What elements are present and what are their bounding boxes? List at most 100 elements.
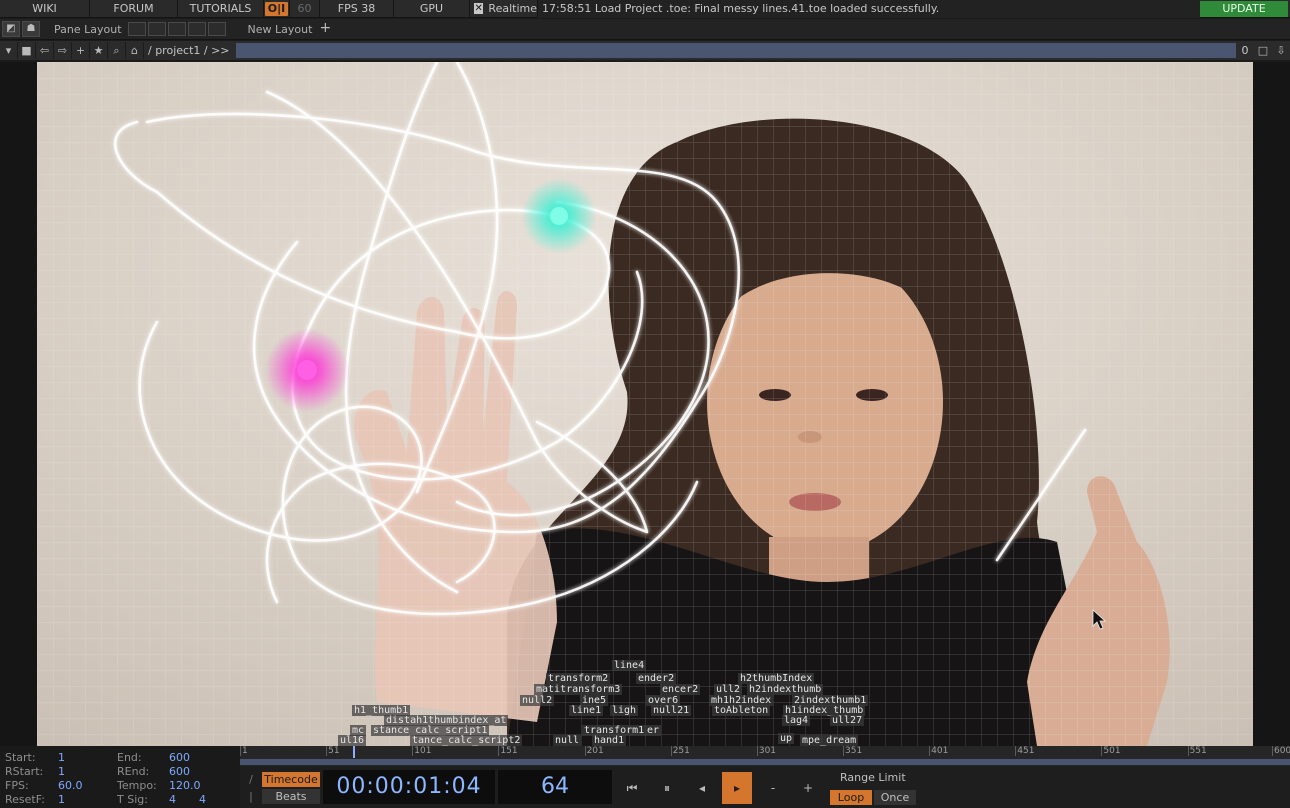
tick-mark xyxy=(843,746,844,756)
step-back-icon[interactable]: ◂ xyxy=(687,772,717,804)
panel-mode-icon[interactable]: ☗ xyxy=(22,21,40,37)
layout-bar: ◩ ☗ Pane Layout New Layout + xyxy=(0,19,1290,40)
operator-node[interactable]: matitransform3 xyxy=(534,684,623,695)
operator-node[interactable]: h2indexthumb xyxy=(747,684,824,695)
new-layout-label[interactable]: New Layout xyxy=(248,23,313,36)
playhead[interactable] xyxy=(352,746,355,758)
operator-node[interactable]: h2thumbIndex xyxy=(738,673,815,684)
tick-mark xyxy=(670,746,672,756)
tick-mark xyxy=(1187,746,1189,756)
play-icon[interactable]: ▸ xyxy=(722,772,752,804)
operator-node[interactable]: mpe_dream xyxy=(800,735,859,746)
operator-node[interactable]: ender2 xyxy=(636,673,677,684)
viewer-pane[interactable]: line4 transform2 ender2 h2thumbIndex matitra… xyxy=(37,62,1253,746)
add-icon[interactable]: + xyxy=(72,42,90,59)
top-bar: WIKI FORUM TUTORIALS O|I 60 FPS 38 GPU ✕… xyxy=(0,0,1290,18)
rstart-value[interactable]: 1 xyxy=(58,765,65,778)
tempo-value[interactable]: 120.0 xyxy=(169,779,201,792)
tick-label: 51 xyxy=(328,746,340,756)
fps-label: FPS: xyxy=(5,779,29,792)
chevron-down-icon[interactable]: ▾ xyxy=(0,42,18,59)
pane-layout-5[interactable] xyxy=(207,22,226,36)
oi-label: O|I xyxy=(264,1,289,16)
view-mode-icon[interactable]: ◩ xyxy=(2,21,20,37)
step-minus-button[interactable]: - xyxy=(758,772,788,804)
operator-node[interactable]: hand1 xyxy=(592,735,627,746)
operator-node[interactable]: tance_calc_script2 xyxy=(410,735,523,746)
pane-layout-1[interactable] xyxy=(127,22,146,36)
operator-node[interactable]: line1 xyxy=(569,705,604,716)
operator-node[interactable]: null21 xyxy=(651,705,692,716)
export-icon[interactable]: ⇩ xyxy=(1272,42,1290,59)
operator-node[interactable]: toAbleton xyxy=(712,705,771,716)
search-icon[interactable]: ⌕ xyxy=(108,42,126,59)
path-bar: ▾ ■ ⇦ ⇨ + ★ ⌕ ⌂ / project1 / >> 0 □ ⇩ xyxy=(0,41,1290,60)
wiki-button[interactable]: WIKI xyxy=(0,0,90,18)
star-icon[interactable]: ★ xyxy=(90,42,108,59)
tsig-label: T Sig: xyxy=(117,793,148,806)
beats-mode-icon[interactable]: | xyxy=(242,789,260,804)
operator-node[interactable]: er xyxy=(645,725,662,736)
fps-readout[interactable]: FPS 38 xyxy=(320,0,394,18)
home-icon[interactable]: ⌂ xyxy=(126,42,144,59)
operator-node[interactable]: ull2 xyxy=(714,684,743,695)
timeline-ruler[interactable]: 1 51 101 151 201 251 301 351 401 451 501 551 600 xyxy=(240,746,1290,766)
operator-node[interactable]: encer2 xyxy=(660,684,701,695)
tick-label: 451 xyxy=(1017,746,1035,756)
once-toggle[interactable]: Once xyxy=(874,790,916,805)
tsig-denominator[interactable]: 4 xyxy=(199,793,206,806)
operator-node[interactable]: null xyxy=(553,735,582,746)
fps-value[interactable]: 60.0 xyxy=(58,779,83,792)
pane-layout-3[interactable] xyxy=(167,22,186,36)
tick-mark xyxy=(756,746,758,756)
stop-icon[interactable]: ■ xyxy=(18,42,36,59)
realtime-checkbox[interactable]: ✕ xyxy=(474,3,484,14)
beats-toggle[interactable]: Beats xyxy=(262,789,320,804)
tick-label: 101 xyxy=(414,746,432,756)
pane-layout-4[interactable] xyxy=(187,22,206,36)
tick-mark xyxy=(326,746,328,756)
forward-icon[interactable]: ⇨ xyxy=(54,42,72,59)
add-layout-icon[interactable]: + xyxy=(318,21,332,36)
loop-toggle[interactable]: Loop xyxy=(830,790,872,805)
end-value[interactable]: 600 xyxy=(169,751,190,764)
operator-node[interactable]: ull27 xyxy=(830,715,865,726)
frame-display[interactable]: 64 xyxy=(498,770,612,804)
oi-toggle[interactable]: O|I xyxy=(264,0,290,18)
rend-value[interactable]: 600 xyxy=(169,765,190,778)
range-limit-label: Range Limit xyxy=(840,771,906,784)
timeline-range-bar[interactable] xyxy=(240,759,1290,765)
tsig-numerator[interactable]: 4 xyxy=(169,793,176,806)
operator-node[interactable]: ul16 xyxy=(338,735,367,746)
timecode-mode-icon[interactable]: / xyxy=(242,772,260,787)
network-path[interactable]: / project1 / >> xyxy=(148,44,230,57)
operator-node[interactable]: lag4 xyxy=(782,715,811,726)
operator-node[interactable]: transform2 xyxy=(546,673,611,684)
step-plus-button[interactable]: + xyxy=(793,772,823,804)
tick-mark xyxy=(1015,746,1017,756)
pane-layout-2[interactable] xyxy=(147,22,166,36)
tick-label: 251 xyxy=(672,746,690,756)
operator-node[interactable]: null2 xyxy=(520,695,555,706)
realtime-toggle[interactable]: ✕ Realtime xyxy=(470,0,538,18)
operator-node[interactable]: ligh xyxy=(610,705,639,716)
resetf-value[interactable]: 1 xyxy=(58,793,65,806)
timecode-toggle[interactable]: Timecode xyxy=(262,772,320,787)
status-log[interactable]: 17:58:51 Load Project .toe: Final messy … xyxy=(538,0,1200,18)
gpu-button[interactable]: GPU xyxy=(394,0,470,18)
update-button[interactable]: UPDATE xyxy=(1200,0,1288,17)
tutorials-button[interactable]: TUTORIALS xyxy=(178,0,264,18)
end-label: End: xyxy=(117,751,142,764)
maximize-icon[interactable]: □ xyxy=(1254,42,1272,59)
rewind-icon[interactable]: ⏮ xyxy=(617,772,647,804)
pause-icon[interactable]: ⏸ xyxy=(652,772,682,804)
tick-label: 201 xyxy=(586,746,604,756)
forum-button[interactable]: FORUM xyxy=(90,0,178,18)
operator-node[interactable]: up xyxy=(778,733,795,744)
start-value[interactable]: 1 xyxy=(58,751,65,764)
back-icon[interactable]: ⇦ xyxy=(36,42,54,59)
path-field[interactable] xyxy=(235,43,1236,58)
timecode-display[interactable]: 00:00:01:04 xyxy=(323,770,495,804)
operator-node[interactable]: line4 xyxy=(612,660,647,671)
tick-mark xyxy=(1272,746,1273,756)
